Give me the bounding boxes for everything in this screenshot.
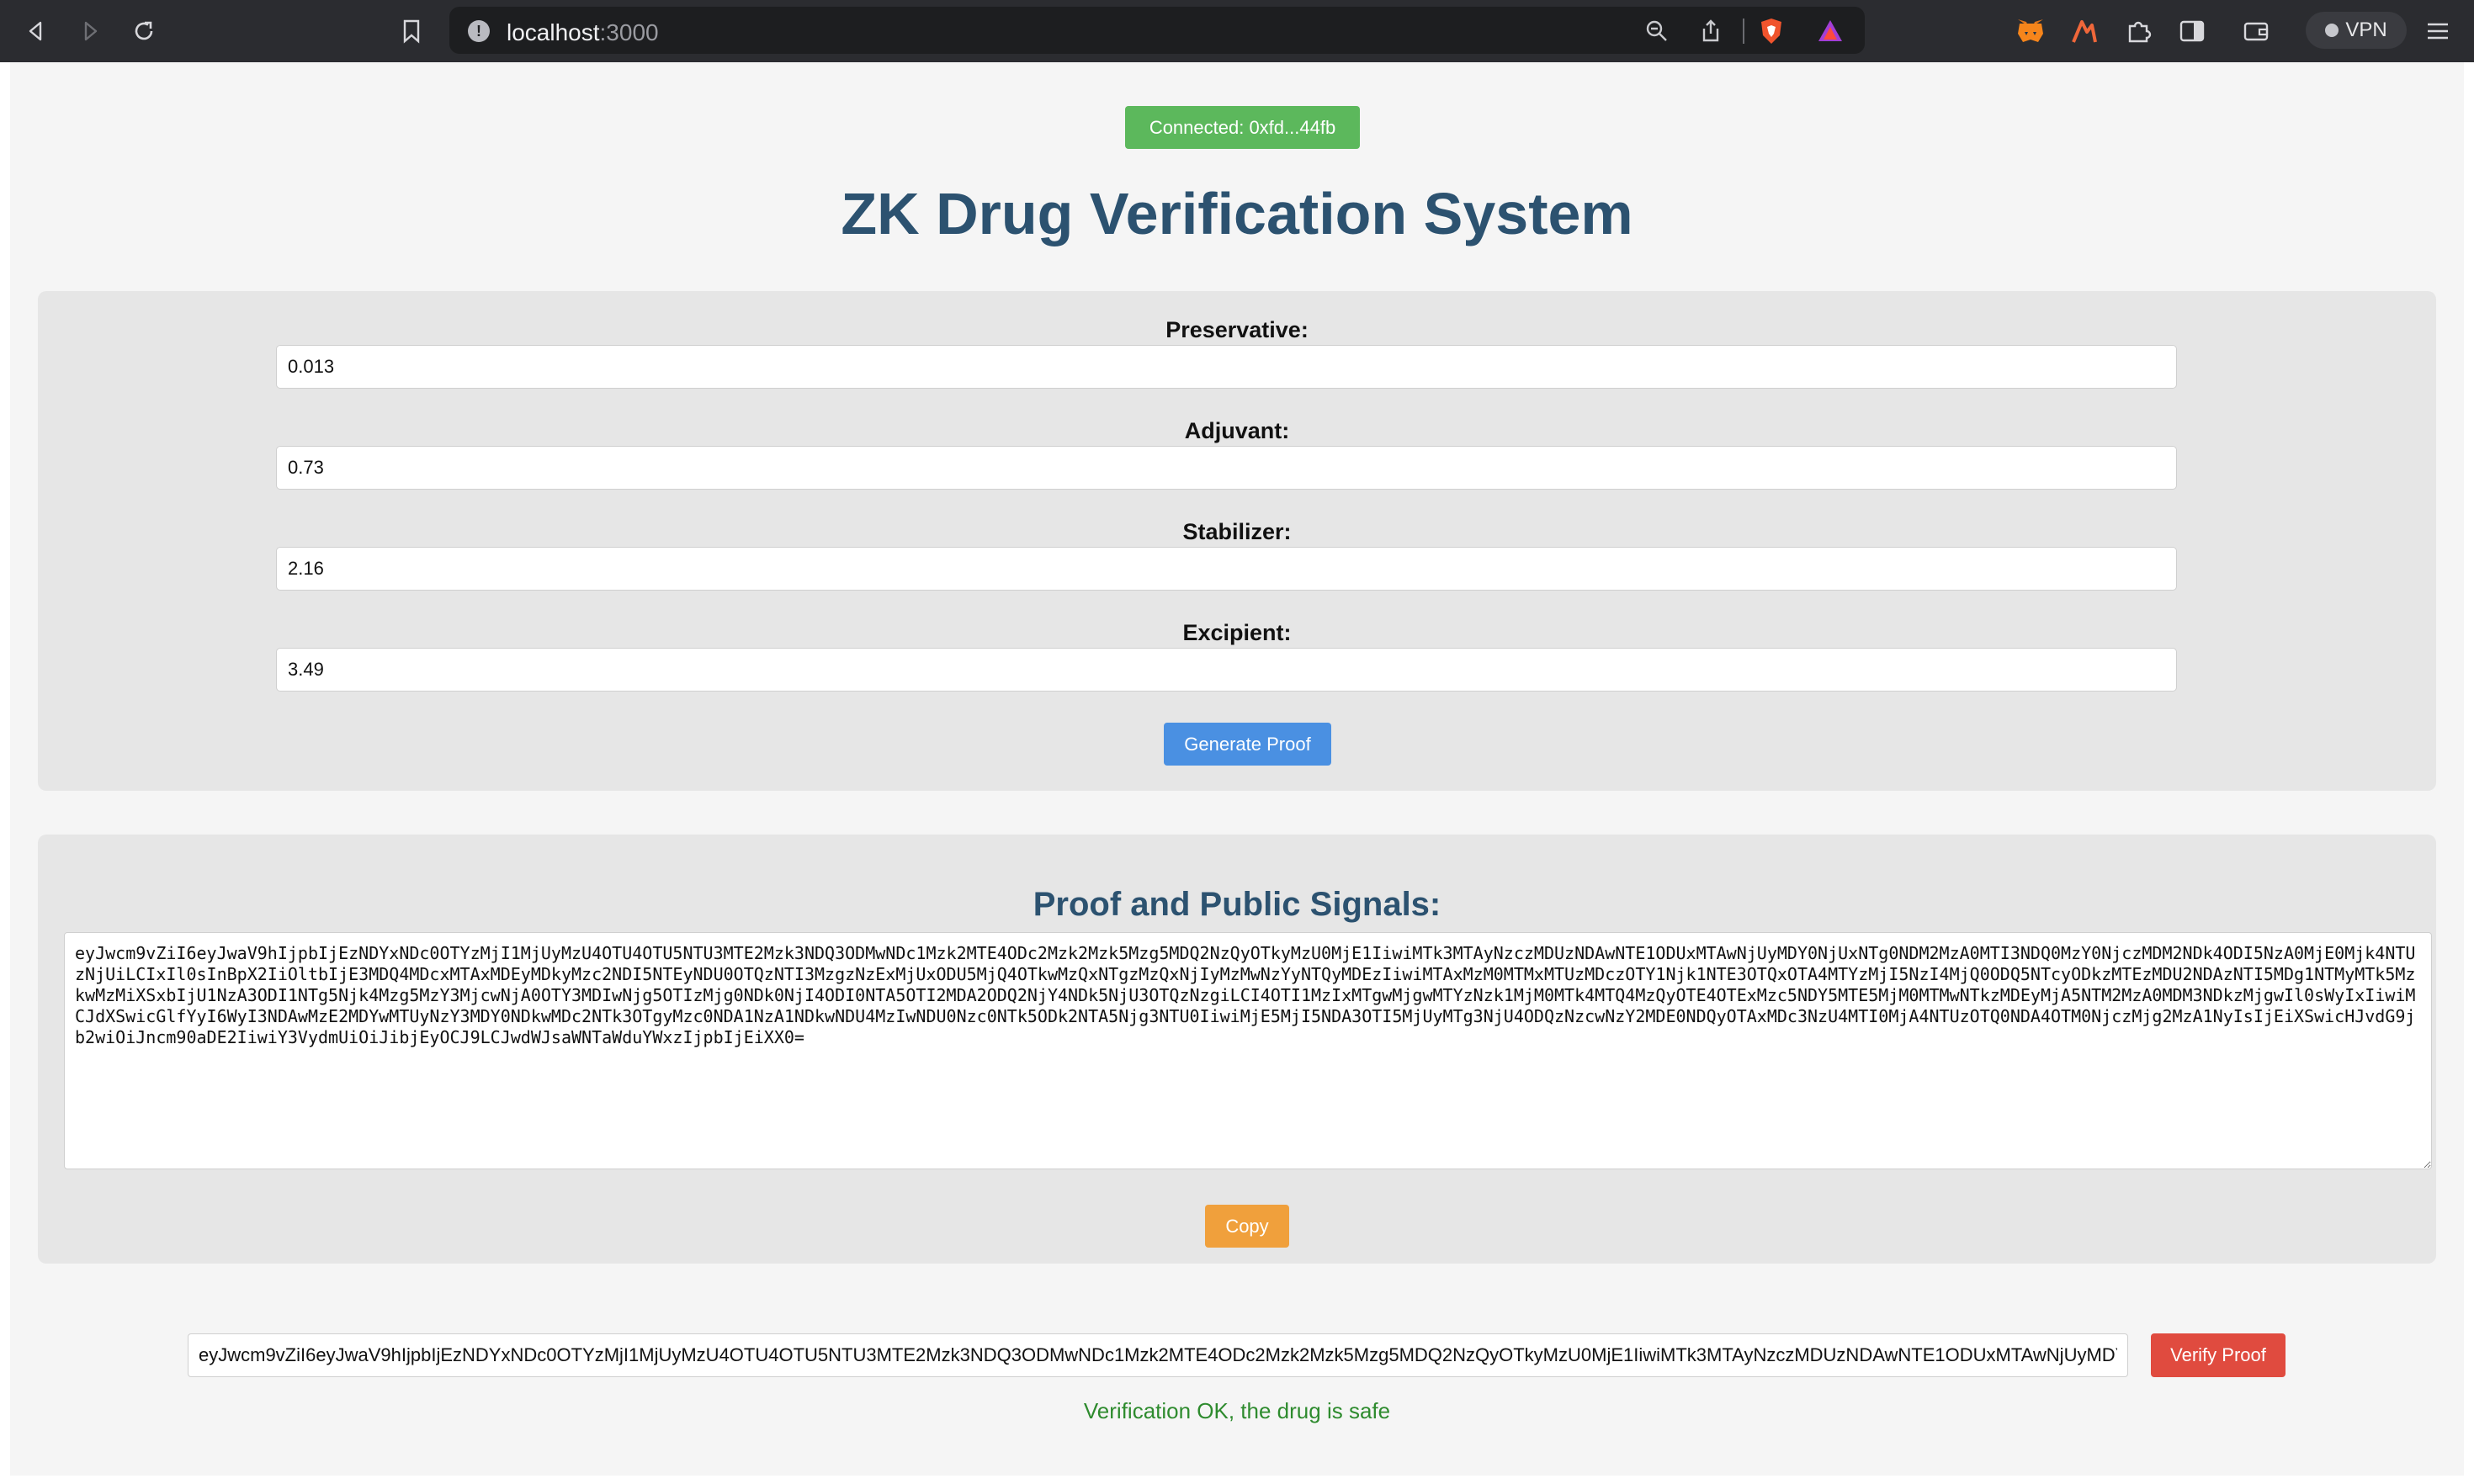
back-icon[interactable] [19, 13, 54, 49]
preservative-input[interactable] [276, 345, 2177, 389]
verification-result: Verification OK, the drug is safe [1083, 1398, 1391, 1423]
excipient-input[interactable] [276, 648, 2177, 692]
wallet-icon[interactable] [2240, 15, 2272, 47]
site-info-icon[interactable]: ! [468, 20, 490, 42]
stabilizer-input[interactable] [276, 547, 2177, 591]
sidebar-icon[interactable] [2176, 15, 2208, 47]
copy-button[interactable]: Copy [1205, 1205, 1289, 1248]
proof-panel: Proof and Public Signals: eyJwcm9vZiI6ey… [38, 835, 2436, 1264]
stabilizer-label: Stabilizer: [1182, 519, 1292, 544]
verify-proof-button[interactable]: Verify Proof [2151, 1333, 2286, 1377]
browser-toolbar: ! localhost:3000 VPN [0, 0, 2474, 62]
proof-textarea[interactable]: eyJwcm9vZiI6eyJwaV9hIjpbIjEzNDYxNDc0OTYz… [64, 932, 2432, 1169]
forward-icon[interactable] [72, 13, 108, 49]
url-separator [1743, 19, 1744, 44]
vpn-button[interactable]: VPN [2306, 12, 2407, 49]
extensions-puzzle-icon[interactable] [2122, 15, 2154, 47]
brave-shields-icon[interactable] [1757, 17, 1786, 45]
preservative-label: Preservative: [1165, 317, 1309, 342]
page-title: ZK Drug Verification System [841, 181, 1633, 246]
wallet-connected-badge: Connected: 0xfd...44fb [1125, 106, 1360, 149]
bookmark-icon[interactable] [394, 13, 429, 49]
metamask-icon[interactable] [2015, 15, 2047, 47]
extension-icon[interactable] [2068, 15, 2100, 47]
excipient-label: Excipient: [1182, 620, 1292, 645]
verify-proof-input[interactable] [188, 1333, 2128, 1377]
menu-icon[interactable] [2422, 15, 2454, 47]
app-page: Connected: 0xfd...44fb ZK Drug Verificat… [10, 62, 2464, 1476]
generate-proof-button[interactable]: Generate Proof [1164, 723, 1331, 766]
adjuvant-label: Adjuvant: [1184, 418, 1290, 443]
vpn-label: VPN [2345, 19, 2387, 41]
url-port: :3000 [599, 19, 659, 45]
vpn-status-icon [2325, 24, 2339, 37]
zoom-icon[interactable] [1643, 17, 1671, 45]
address-bar[interactable]: ! localhost:3000 [449, 7, 1865, 54]
proof-title: Proof and Public Signals: [1033, 886, 1441, 923]
ingredients-form: Preservative: Adjuvant: Stabilizer: Exci… [38, 291, 2436, 791]
adjuvant-input[interactable] [276, 446, 2177, 490]
url-host: localhost [507, 19, 600, 45]
brave-rewards-icon[interactable] [1816, 17, 1845, 45]
share-icon[interactable] [1696, 17, 1725, 45]
url-text[interactable]: localhost:3000 [507, 19, 659, 46]
reload-icon[interactable] [126, 13, 162, 49]
